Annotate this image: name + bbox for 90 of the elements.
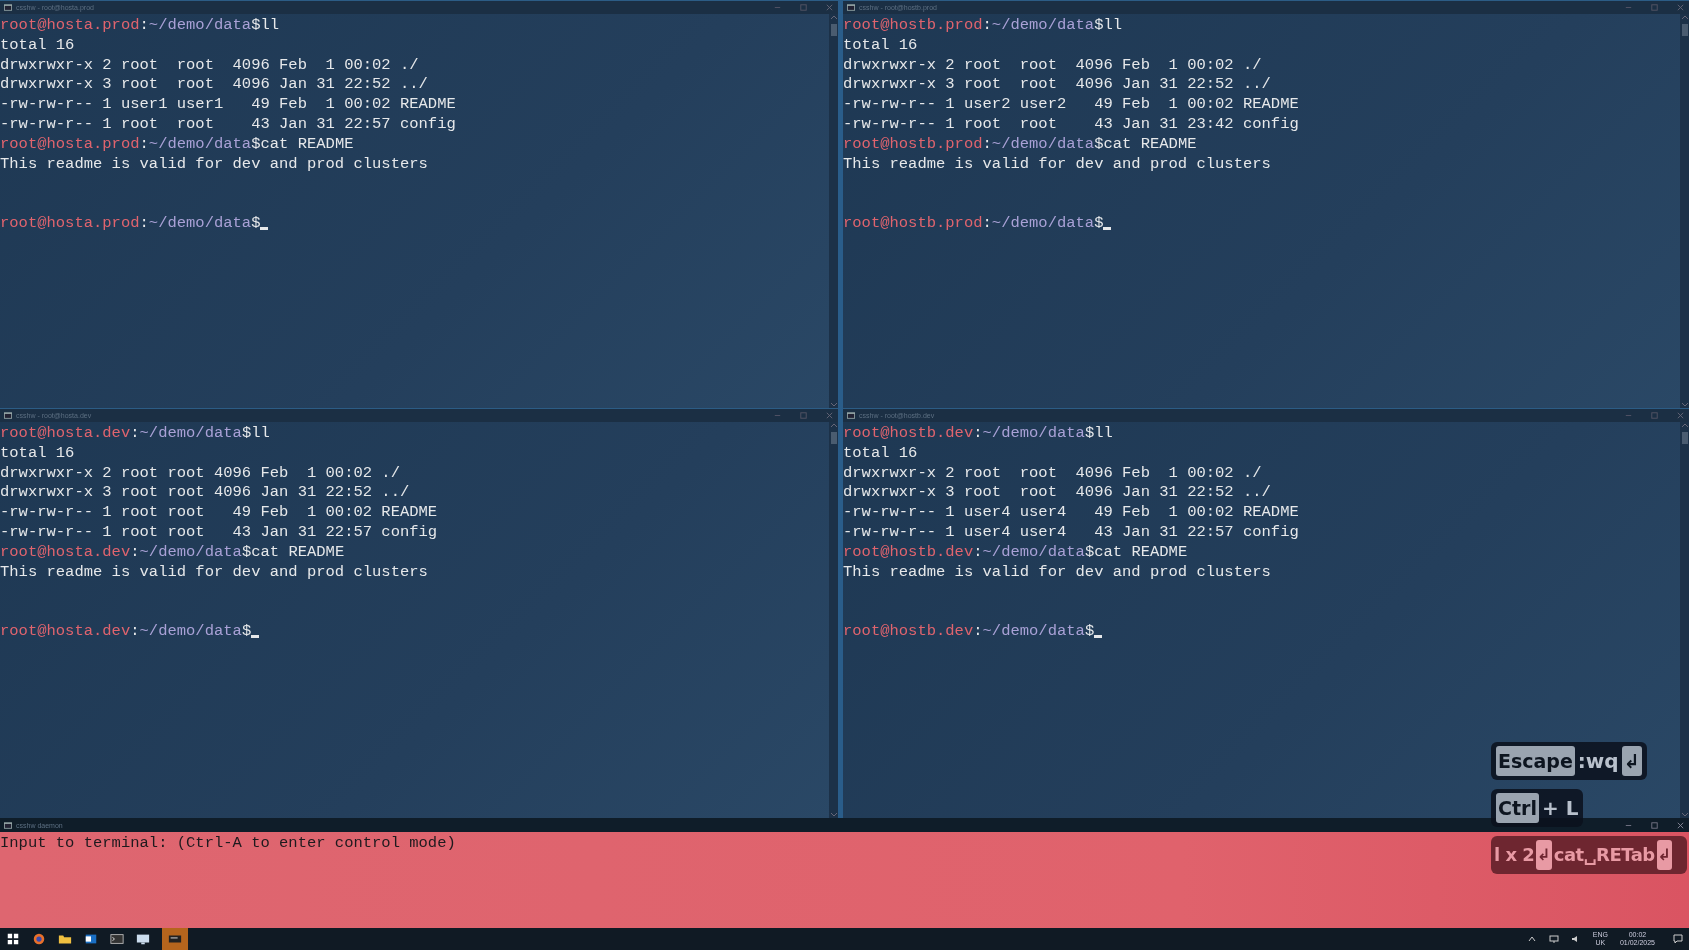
prompt-symbol: $ (241, 424, 252, 442)
output-text: This readme is valid for dev and prod clusters (843, 154, 1271, 173)
prompt-user: root@hostb.prod (843, 213, 983, 232)
prompt-symbol: $ (251, 213, 261, 232)
prompt-path: ~/demo/data (982, 621, 1085, 640)
prompt-separator: : (139, 16, 149, 34)
prompt-path: ~/demo/data (139, 424, 242, 442)
prompt-separator: : (139, 213, 149, 232)
prompt-symbol: $ (241, 621, 252, 640)
prompt-symbol: $ (1094, 213, 1104, 232)
command-text: cat README (251, 542, 345, 561)
prompt-user: root@hostb.dev (843, 621, 974, 640)
prompt-path: ~/demo/data (139, 542, 242, 561)
prompt-path: ~/demo/data (148, 213, 252, 232)
command-text: cat README (1094, 542, 1188, 561)
prompt-separator: : (130, 542, 140, 561)
prompt-path: ~/demo/data (991, 213, 1095, 232)
keycap: ↲ (1536, 840, 1552, 870)
prompt-separator: : (130, 424, 140, 442)
prompt-path: ~/demo/data (982, 424, 1085, 442)
keystroke-text: l x 2 (1494, 843, 1535, 867)
prompt-symbol: $ (1094, 16, 1104, 34)
prompt-symbol: $ (1094, 134, 1104, 153)
output-text: -rw-rw-r-- 1 root root 43 Jan 31 23:42 config (843, 115, 1299, 133)
prompt-symbol: $ (1084, 621, 1095, 640)
output-text: -rw-rw-r-- 1 user4 user4 43 Jan 31 22:57 config (843, 523, 1299, 541)
output-text: This readme is valid for dev and prod clusters (843, 562, 1271, 581)
prompt-user: root@hosta.prod (0, 213, 140, 232)
command-text: ll (1103, 16, 1123, 34)
status-text: Input to terminal: (Ctrl-A to enter control mode) (0, 834, 456, 852)
output-text: total 16 (843, 443, 918, 462)
prompt-separator: : (982, 16, 992, 34)
prompt-path: ~/demo/data (982, 542, 1085, 561)
prompt-symbol: $ (1084, 542, 1095, 561)
prompt-separator: : (973, 424, 983, 442)
command-text: ll (251, 424, 270, 442)
output-text: drwxrwxr-x 2 root root 4096 Feb 1 00:02 ./ (843, 55, 1262, 74)
command-text: cat README (1103, 134, 1197, 153)
keycap: Ctrl (1496, 793, 1539, 823)
prompt-separator: : (139, 134, 149, 153)
command-text: ll (1094, 424, 1113, 442)
prompt-separator: : (973, 542, 983, 561)
prompt-separator: : (130, 621, 140, 640)
prompt-symbol: $ (1084, 424, 1095, 442)
prompt-path: ~/demo/data (148, 16, 252, 34)
prompt-separator: : (982, 213, 992, 232)
keystroke-text: :wq (1577, 748, 1619, 774)
output-text: drwxrwxr-x 3 root root 4096 Jan 31 22:52 ../ (843, 483, 1271, 502)
output-text: -rw-rw-r-- 1 root root 43 Jan 31 22:57 config (0, 523, 438, 541)
command-text: cat README (260, 134, 354, 153)
prompt-path: ~/demo/data (139, 621, 242, 640)
keycap: ↲ (1656, 840, 1673, 870)
output-text: -rw-rw-r-- 1 user1 user1 49 Feb 1 00:02 README (0, 95, 456, 114)
prompt-separator: : (973, 621, 983, 640)
keystroke-text: cat␣RETab (1553, 843, 1655, 867)
output-text: drwxrwxr-x 2 root root 4096 Feb 1 00:02 ./ (0, 55, 419, 74)
output-text: drwxrwxr-x 2 root root 4096 Feb 1 00:02 ./ (0, 463, 400, 482)
prompt-user: root@hostb.prod (843, 134, 983, 153)
output-text: -rw-rw-r-- 1 root root 49 Feb 1 00:02 README (0, 503, 438, 522)
prompt-path: ~/demo/data (991, 16, 1095, 34)
prompt-symbol: $ (251, 16, 261, 34)
prompt-symbol: $ (241, 542, 252, 561)
prompt-user: root@hosta.prod (0, 134, 140, 153)
prompt-user: root@hostb.prod (843, 16, 983, 34)
prompt-user: root@hosta.dev (0, 621, 131, 640)
keycap: Escape (1496, 746, 1575, 776)
output-text: total 16 (0, 443, 75, 462)
prompt-user: root@hosta.dev (0, 542, 131, 561)
prompt-path: ~/demo/data (148, 134, 252, 153)
output-text: This readme is valid for dev and prod clusters (0, 154, 428, 173)
prompt-user: root@hosta.dev (0, 424, 131, 442)
prompt-path: ~/demo/data (991, 134, 1095, 153)
output-text: total 16 (843, 35, 918, 54)
prompt-user: root@hostb.dev (843, 542, 974, 561)
prompt-user: root@hostb.dev (843, 424, 974, 442)
output-text: drwxrwxr-x 2 root root 4096 Feb 1 00:02 ./ (843, 463, 1262, 482)
keystroke-text: + L (1541, 795, 1579, 821)
keycap: ↲ (1621, 746, 1642, 776)
output-text: drwxrwxr-x 3 root root 4096 Jan 31 22:52 ../ (843, 75, 1271, 94)
output-text: drwxrwxr-x 3 root root 4096 Jan 31 22:52 ../ (0, 483, 410, 502)
command-text: ll (260, 16, 280, 34)
output-text: -rw-rw-r-- 1 root root 43 Jan 31 22:57 config (0, 115, 456, 133)
prompt-user: root@hosta.prod (0, 16, 140, 34)
output-text: -rw-rw-r-- 1 user2 user2 49 Feb 1 00:02 README (843, 95, 1299, 114)
output-text: total 16 (0, 35, 75, 54)
prompt-separator: : (982, 134, 992, 153)
prompt-symbol: $ (251, 134, 261, 153)
output-text: -rw-rw-r-- 1 user4 user4 49 Feb 1 00:02 README (843, 503, 1299, 522)
output-text: This readme is valid for dev and prod clusters (0, 562, 428, 581)
output-text: drwxrwxr-x 3 root root 4096 Jan 31 22:52 ../ (0, 75, 428, 94)
